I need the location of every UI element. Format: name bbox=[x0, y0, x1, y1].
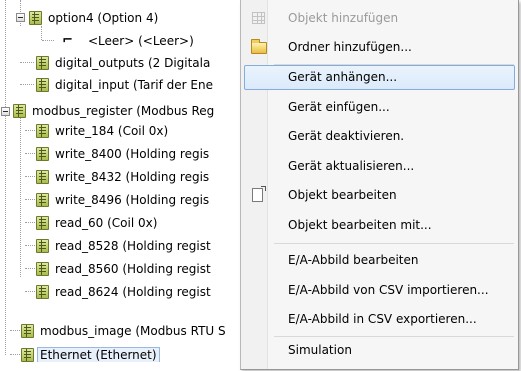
field-icon bbox=[21, 324, 34, 338]
menu-item-label: E/A-Abbild in CSV exportieren... bbox=[288, 312, 477, 326]
context-menu: Objekt hinzufügen Ordner hinzufügen... G… bbox=[240, 0, 519, 370]
tree-node-label: write_8496 (Holding regis bbox=[55, 193, 210, 207]
menu-item-label: E/A-Abbild von CSV importieren... bbox=[288, 283, 489, 297]
tree-connector bbox=[10, 354, 20, 355]
menu-item-objekt-bearbeiten[interactable]: Objekt bearbeiten bbox=[244, 183, 515, 208]
field-icon bbox=[36, 124, 49, 138]
field-icon bbox=[36, 56, 49, 70]
tree-node-label: modbus_register (Modbus Reg bbox=[32, 104, 215, 118]
menu-item-geraet-deaktivieren[interactable]: Gerät deaktivieren. bbox=[244, 124, 515, 149]
menu-item-label: Simulation bbox=[288, 343, 352, 357]
menu-item-label: Gerät einfügen... bbox=[288, 100, 390, 114]
tree-connector bbox=[25, 130, 35, 131]
tree-connector bbox=[25, 176, 35, 177]
tree-connector bbox=[25, 153, 35, 154]
field-icon bbox=[36, 193, 49, 207]
menu-item-ea-abbild-bearbeiten[interactable]: E/A-Abbild bearbeiten bbox=[244, 248, 515, 273]
tree-node-read-8528[interactable]: read_8528 (Holding regist bbox=[36, 237, 211, 255]
tree-node-write-8432[interactable]: write_8432 (Holding regis bbox=[36, 168, 209, 186]
tree-node-write-184[interactable]: write_184 (Coil 0x) bbox=[36, 122, 168, 140]
folder-icon bbox=[251, 39, 267, 54]
tree-node-label: read_8624 (Holding regist bbox=[55, 285, 211, 299]
menu-item-label: Objekt bearbeiten bbox=[288, 188, 397, 202]
menu-item-objekt-bearbeiten-mit[interactable]: Objekt bearbeiten mit... bbox=[244, 213, 515, 238]
field-icon bbox=[36, 170, 49, 184]
grid-icon bbox=[252, 12, 265, 24]
menu-item-label: Objekt bearbeiten mit... bbox=[288, 218, 432, 232]
tree-connector bbox=[25, 291, 35, 292]
tree-node-label: digital_input (Tarif der Ene bbox=[55, 78, 213, 92]
field-icon bbox=[29, 11, 42, 25]
menu-item-simulation[interactable]: Simulation bbox=[244, 338, 515, 363]
menu-item-ordner-hinzufuegen[interactable]: Ordner hinzufügen... bbox=[244, 35, 515, 60]
menu-separator bbox=[274, 243, 514, 244]
tree-node-option4[interactable]: option4 (Option 4) bbox=[29, 9, 158, 27]
menu-item-ea-abbild-exportieren[interactable]: E/A-Abbild in CSV exportieren... bbox=[244, 307, 515, 332]
collapse-toggle[interactable] bbox=[1, 107, 10, 116]
field-icon bbox=[36, 262, 49, 276]
tree-node-ethernet[interactable]: Ethernet (Ethernet) bbox=[21, 346, 160, 362]
tree-connector bbox=[25, 245, 35, 246]
tree-connector bbox=[20, 62, 34, 63]
tree-node-label: digital_outputs (2 Digitala bbox=[55, 56, 211, 70]
tree-node-digital-input[interactable]: digital_input (Tarif der Ene bbox=[36, 76, 213, 94]
menu-item-geraet-anhaengen[interactable]: Gerät anhängen... bbox=[244, 65, 515, 90]
tree-connector bbox=[20, 84, 34, 85]
collapse-toggle[interactable] bbox=[16, 13, 25, 22]
field-icon bbox=[36, 285, 49, 299]
field-icon bbox=[36, 147, 49, 161]
tree-node-label: write_8400 (Holding regis bbox=[55, 147, 210, 161]
tree-connector bbox=[25, 222, 35, 223]
menu-separator bbox=[274, 336, 514, 337]
tree-node-read-8560[interactable]: read_8560 (Holding regist bbox=[36, 260, 211, 278]
project-tree: option4 (Option 4) ⌐ <Leer> (<Leer>) dig… bbox=[0, 0, 258, 362]
menu-item-label: Gerät aktualisieren... bbox=[288, 159, 415, 173]
tree-node-digital-outputs[interactable]: digital_outputs (2 Digitala bbox=[36, 54, 210, 72]
empty-entry-icon: ⌐ bbox=[62, 33, 73, 48]
tree-node-label: modbus_image (Modbus RTU S bbox=[40, 324, 226, 338]
field-icon bbox=[21, 348, 34, 362]
tree-node-label: read_8528 (Holding regist bbox=[55, 239, 211, 253]
edit-icon bbox=[252, 186, 266, 202]
field-icon bbox=[13, 104, 26, 118]
tree-node-label: <Leer> (<Leer>) bbox=[88, 34, 194, 48]
tree-node-label: option4 (Option 4) bbox=[48, 11, 159, 25]
tree-node-label: read_8560 (Holding regist bbox=[55, 262, 211, 276]
menu-item-label: Ordner hinzufügen... bbox=[288, 40, 412, 54]
tree-connector bbox=[10, 330, 20, 331]
menu-item-geraet-einfuegen[interactable]: Gerät einfügen... bbox=[244, 95, 515, 120]
menu-item-label: Gerät deaktivieren. bbox=[288, 129, 405, 143]
field-icon bbox=[36, 78, 49, 92]
menu-item-label: E/A-Abbild bearbeiten bbox=[288, 253, 419, 267]
menu-item-objekt-hinzufuegen[interactable]: Objekt hinzufügen bbox=[244, 6, 515, 31]
field-icon bbox=[36, 239, 49, 253]
tree-connector bbox=[5, 0, 6, 355]
tree-node-read-60[interactable]: read_60 (Coil 0x) bbox=[36, 214, 157, 232]
tree-connector bbox=[25, 268, 35, 269]
tree-connector bbox=[20, 104, 21, 277]
tree-node-read-8624[interactable]: read_8624 (Holding regist bbox=[36, 283, 211, 301]
tree-node-label: write_8432 (Holding regis bbox=[55, 170, 210, 184]
tree-node-label: write_184 (Coil 0x) bbox=[55, 124, 169, 138]
tree-connector bbox=[25, 199, 35, 200]
tree-connector bbox=[42, 40, 54, 41]
menu-item-geraet-aktualisieren[interactable]: Gerät aktualisieren... bbox=[244, 154, 515, 179]
menu-item-ea-abbild-importieren[interactable]: E/A-Abbild von CSV importieren... bbox=[244, 278, 515, 303]
tree-node-modbus-image[interactable]: modbus_image (Modbus RTU S bbox=[21, 322, 226, 340]
tree-node-leer[interactable]: ⌐ <Leer> (<Leer>) bbox=[62, 32, 194, 50]
tree-connector bbox=[41, 26, 42, 40]
tree-node-modbus-register[interactable]: modbus_register (Modbus Reg bbox=[13, 102, 214, 120]
tree-node-label: read_60 (Coil 0x) bbox=[55, 216, 158, 230]
menu-item-label: Objekt hinzufügen bbox=[288, 11, 399, 25]
tree-node-write-8400[interactable]: write_8400 (Holding regis bbox=[36, 145, 209, 163]
tree-node-write-8496[interactable]: write_8496 (Holding regis bbox=[36, 191, 209, 209]
field-icon bbox=[36, 216, 49, 230]
menu-item-label: Gerät anhängen... bbox=[288, 70, 398, 84]
tree-node-label: Ethernet (Ethernet) bbox=[37, 347, 160, 362]
